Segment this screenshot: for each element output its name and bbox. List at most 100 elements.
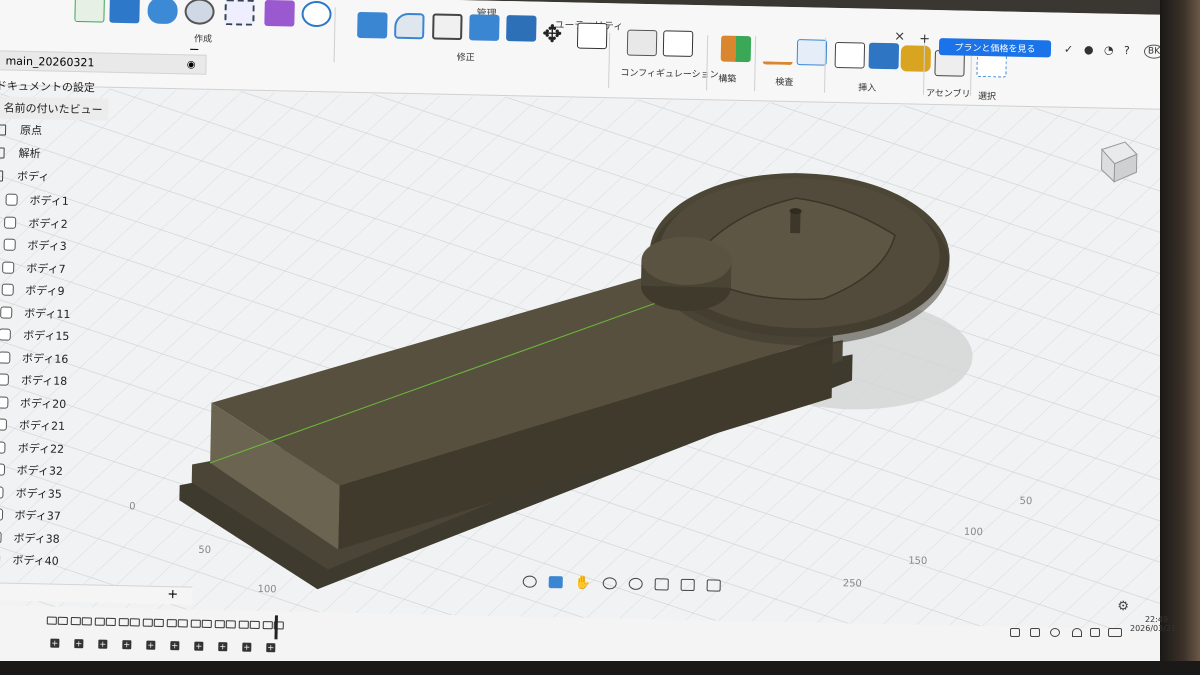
- fillet-button[interactable]: [394, 12, 425, 40]
- timeline-feature-icon[interactable]: [118, 618, 129, 627]
- zoom-icon[interactable]: [602, 577, 618, 590]
- upgrade-plan-button[interactable]: プランと価格を見る: [938, 38, 1052, 58]
- form-button[interactable]: [264, 0, 295, 27]
- timeline-feature-icon[interactable]: [238, 620, 249, 629]
- body-node[interactable]: ボディ9: [0, 278, 65, 302]
- body-node[interactable]: ボディ22: [0, 435, 64, 459]
- document-settings-node[interactable]: ドキュメントの設定: [0, 74, 95, 98]
- folder-origin[interactable]: 原点: [0, 118, 42, 141]
- show-hidden-icons[interactable]: [1010, 628, 1020, 637]
- configure-button[interactable]: [626, 29, 658, 57]
- timeline-feature-icon[interactable]: [201, 619, 212, 628]
- timeline-body-icon[interactable]: +: [170, 641, 180, 651]
- timeline-feature-icon[interactable]: [105, 617, 116, 626]
- add-component-button[interactable]: +: [167, 587, 178, 602]
- timeline-body-icon[interactable]: +: [194, 641, 204, 651]
- keyboard-icon[interactable]: [1030, 628, 1040, 637]
- timeline-body-icon[interactable]: +: [74, 639, 84, 649]
- sketch-button[interactable]: [74, 0, 105, 23]
- timeline-body-icon[interactable]: +: [146, 640, 156, 650]
- split-button[interactable]: [506, 15, 537, 42]
- battery-icon[interactable]: [1108, 628, 1122, 637]
- combine-button[interactable]: [469, 14, 500, 41]
- extrude-button[interactable]: [109, 0, 140, 24]
- timeline-body-icon[interactable]: +: [242, 642, 252, 652]
- collapse-browser-button[interactable]: −: [189, 42, 200, 57]
- close-tab-button[interactable]: ×: [894, 29, 905, 44]
- section-button[interactable]: [796, 39, 828, 66]
- timeline-body-icon[interactable]: +: [218, 642, 228, 652]
- timeline-feature-icon[interactable]: [129, 618, 140, 627]
- document-root[interactable]: main_20260321 ◉: [0, 49, 207, 75]
- body-node[interactable]: ボディ1: [0, 188, 69, 212]
- body-node[interactable]: ボディ35: [0, 480, 62, 504]
- fit-icon[interactable]: [628, 577, 644, 591]
- named-views-node[interactable]: 名前の付いたビュー: [0, 96, 109, 121]
- timeline-feature-icon[interactable]: [262, 621, 273, 630]
- timeline-marker[interactable]: [274, 615, 278, 640]
- extensions-icon[interactable]: ✓: [1064, 43, 1073, 56]
- shell-button[interactable]: [432, 13, 463, 41]
- press-pull-button[interactable]: [357, 11, 388, 39]
- body-node[interactable]: ボディ38: [0, 525, 60, 549]
- timeline-body-icon[interactable]: +: [50, 638, 60, 648]
- revolve-button[interactable]: [147, 0, 178, 25]
- body-node[interactable]: ボディ11: [0, 301, 71, 325]
- insert-derive-button[interactable]: [834, 41, 866, 69]
- new-tab-button[interactable]: +: [919, 32, 930, 47]
- body-node[interactable]: ボディ2: [0, 211, 68, 235]
- help-icon[interactable]: ?: [1124, 44, 1130, 57]
- timeline-feature-icon[interactable]: [177, 619, 188, 628]
- timeline-feature-icon[interactable]: [94, 617, 105, 626]
- body-node[interactable]: ボディ18: [0, 368, 67, 392]
- body-node[interactable]: ボディ3: [0, 233, 67, 257]
- body-node[interactable]: ボディ7: [0, 256, 66, 280]
- canvas-button[interactable]: [868, 42, 900, 70]
- display-settings-icon[interactable]: [654, 578, 670, 591]
- viewports-icon[interactable]: [706, 579, 722, 592]
- timeline-feature-icon[interactable]: [214, 620, 225, 629]
- configure-group-label[interactable]: コンフィギュレーション: [620, 65, 718, 80]
- timeline-body-icon[interactable]: +: [122, 640, 132, 650]
- timeline-body-icon[interactable]: +: [98, 639, 108, 649]
- pan-hand-icon[interactable]: ✋: [575, 575, 591, 590]
- timeline-feature-icon[interactable]: [249, 620, 260, 629]
- timeline-feature-icon[interactable]: [166, 619, 177, 628]
- body-node[interactable]: ボディ37: [0, 503, 61, 527]
- pattern-button[interactable]: [224, 0, 255, 26]
- grid-settings-icon[interactable]: [680, 578, 696, 592]
- construct-group-label[interactable]: 構築: [718, 71, 736, 84]
- timeline-feature-icon[interactable]: [46, 616, 57, 625]
- look-at-icon[interactable]: [548, 576, 563, 589]
- timeline-feature-icon[interactable]: [142, 618, 153, 627]
- derive-button[interactable]: [301, 0, 332, 28]
- timeline-feature-icon[interactable]: [225, 620, 236, 629]
- clock[interactable]: 22:49 2026/03/21: [1130, 615, 1176, 633]
- radio-active-icon[interactable]: ◉: [187, 59, 196, 70]
- body-node[interactable]: ボディ32: [0, 458, 63, 482]
- sphere-button[interactable]: [184, 0, 215, 25]
- parameters-button[interactable]: [576, 22, 608, 50]
- wifi-icon[interactable]: [1072, 628, 1082, 637]
- config-table-button[interactable]: [662, 30, 694, 57]
- inspect-group-label[interactable]: 検査: [775, 75, 793, 88]
- gear-icon[interactable]: ⚙: [1117, 599, 1129, 614]
- select-group-label[interactable]: 選択: [978, 89, 996, 102]
- folder-bodies[interactable]: ボディ: [0, 164, 50, 187]
- body-node[interactable]: ボディ21: [0, 413, 65, 437]
- timeline-feature-icon[interactable]: [81, 617, 92, 626]
- insert-group-label[interactable]: 挿入: [858, 80, 876, 93]
- modify-group-label[interactable]: 修正: [457, 50, 475, 63]
- assemble-group-label[interactable]: アセンブリ: [926, 86, 971, 100]
- orbit-icon[interactable]: [522, 575, 537, 588]
- notifications-icon[interactable]: ●: [1084, 43, 1094, 56]
- speaker-icon[interactable]: [1090, 628, 1100, 637]
- mcmaster-button[interactable]: [900, 45, 932, 72]
- jobs-status-icon[interactable]: ◔: [1104, 44, 1114, 57]
- body-node[interactable]: ボディ16: [0, 346, 69, 370]
- timeline-feature-icon[interactable]: [57, 616, 68, 625]
- timeline-feature-icon[interactable]: [153, 618, 164, 627]
- body-node[interactable]: ボディ15: [0, 323, 70, 347]
- timeline-feature-icon[interactable]: [190, 619, 201, 628]
- measure-button[interactable]: [762, 38, 794, 66]
